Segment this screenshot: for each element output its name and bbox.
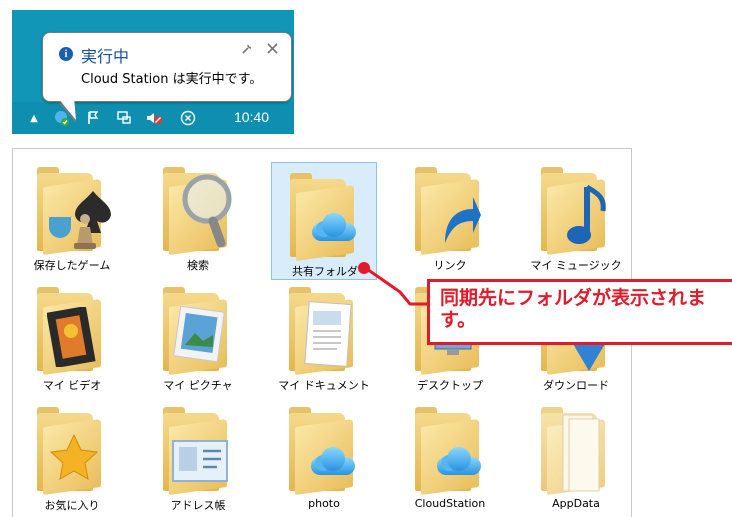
callout-dot (358, 262, 370, 274)
callout-pointer (366, 267, 430, 306)
callout-box: 同期先にフォルダが表示されます。 (427, 279, 732, 345)
callout-text: 同期先にフォルダが表示されます。 (440, 287, 707, 331)
